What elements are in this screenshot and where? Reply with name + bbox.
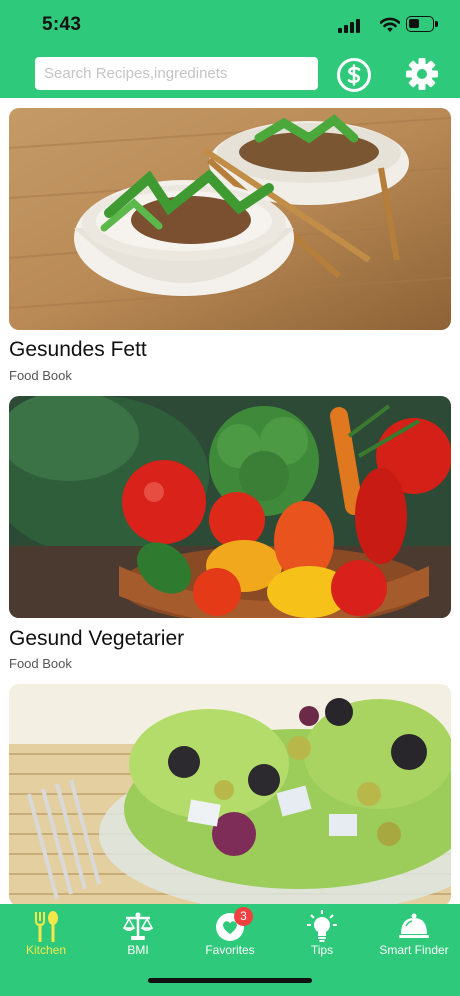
recipe-title[interactable]: Gesund Vegetarier bbox=[9, 627, 184, 651]
tab-bmi[interactable]: BMI bbox=[92, 904, 184, 966]
tab-label: Favorites bbox=[205, 943, 255, 957]
recipe-source: Food Book bbox=[9, 656, 72, 671]
status-bar: 5:43 bbox=[0, 0, 460, 50]
app-header: 5:43 bbox=[0, 0, 460, 98]
status-time: 5:43 bbox=[42, 14, 82, 35]
recipe-title[interactable]: Gesundes Fett bbox=[9, 338, 147, 362]
cloche-icon bbox=[399, 913, 429, 938]
wifi-icon bbox=[380, 17, 400, 32]
favorites-badge: 3 bbox=[234, 907, 253, 926]
scale-icon bbox=[123, 912, 153, 940]
tab-favorites[interactable]: 3 Favorites bbox=[184, 904, 276, 966]
lightbulb-icon bbox=[307, 910, 337, 942]
search-input[interactable] bbox=[35, 57, 318, 90]
gear-icon[interactable] bbox=[404, 56, 440, 92]
tab-kitchen[interactable]: Kitchen bbox=[0, 904, 92, 966]
fork-spoon-icon bbox=[35, 911, 58, 942]
tab-label: BMI bbox=[127, 943, 149, 957]
tab-tips[interactable]: Tips bbox=[276, 904, 368, 966]
recipe-image-vegetables[interactable] bbox=[9, 396, 451, 618]
recipe-image-greek-salad[interactable] bbox=[9, 684, 451, 904]
recipe-source: Food Book bbox=[9, 368, 72, 383]
recipe-image-noodle-bowls[interactable] bbox=[9, 108, 451, 330]
recipe-feed[interactable]: Gesundes Fett Food Book Gesund Vegetarie… bbox=[0, 98, 460, 904]
tab-smart-finder[interactable]: Smart Finder bbox=[368, 904, 460, 966]
battery-icon bbox=[406, 16, 438, 32]
tab-label: Tips bbox=[310, 943, 334, 957]
dollar-icon[interactable] bbox=[336, 57, 372, 93]
tab-label: Smart Finder bbox=[379, 943, 449, 957]
home-indicator[interactable] bbox=[148, 978, 312, 983]
cellular-signal-icon bbox=[338, 19, 366, 33]
tab-label: Kitchen bbox=[25, 943, 67, 957]
